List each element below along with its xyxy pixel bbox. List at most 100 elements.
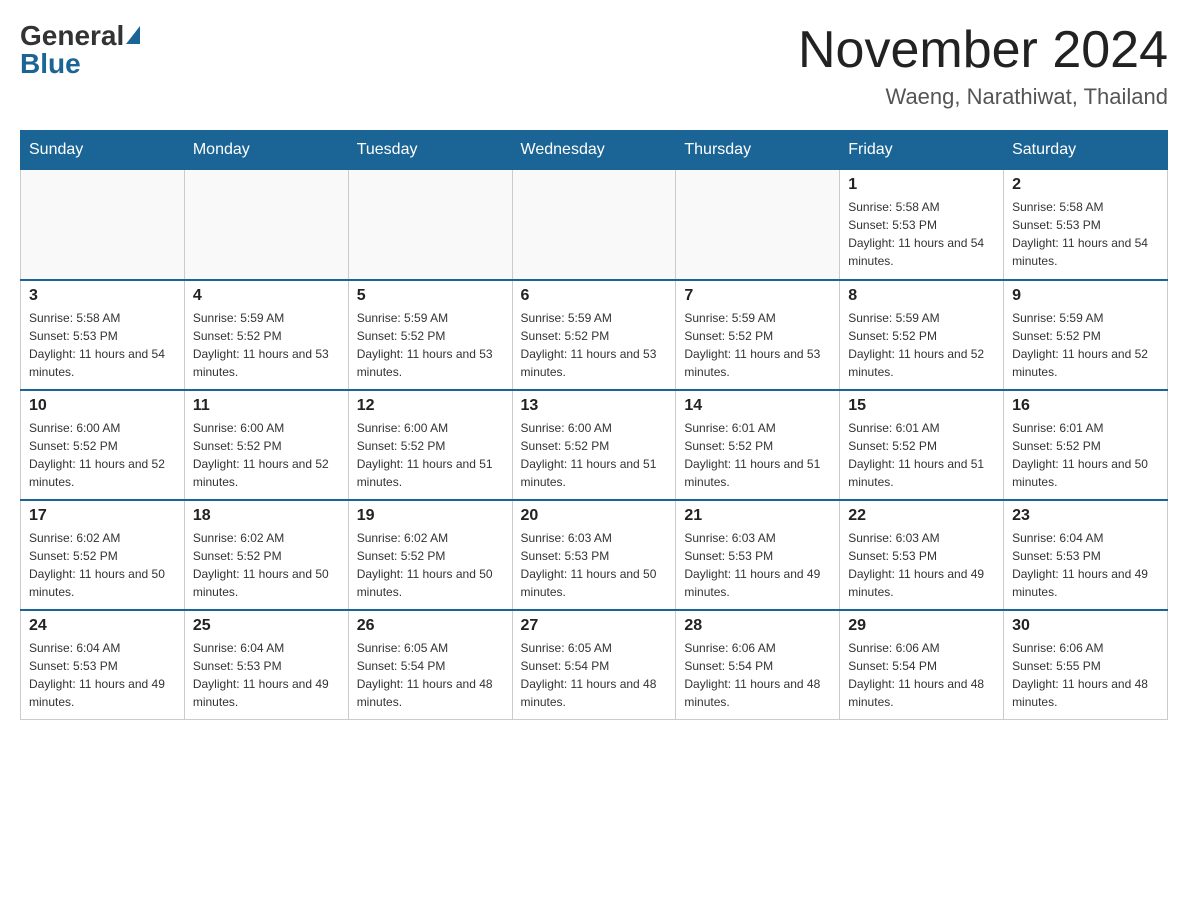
calendar-cell-w5-d4: 27 Sunrise: 6:05 AMSunset: 5:54 PMDayligh… [512, 610, 676, 720]
calendar-cell-w1-d7: 2 Sunrise: 5:58 AMSunset: 5:53 PMDaylight… [1004, 170, 1168, 280]
day-number: 22 [848, 507, 995, 525]
day-number: 5 [357, 287, 504, 305]
header-friday: Friday [840, 131, 1004, 170]
day-info: Sunrise: 6:01 AMSunset: 5:52 PMDaylight:… [848, 419, 995, 491]
day-number: 21 [684, 507, 831, 525]
day-info: Sunrise: 5:59 AMSunset: 5:52 PMDaylight:… [684, 309, 831, 381]
day-number: 29 [848, 617, 995, 635]
day-number: 11 [193, 397, 340, 415]
day-info: Sunrise: 6:03 AMSunset: 5:53 PMDaylight:… [848, 529, 995, 601]
logo: General Blue [20, 20, 140, 80]
day-info: Sunrise: 6:06 AMSunset: 5:54 PMDaylight:… [848, 639, 995, 711]
calendar-cell-w4-d4: 20 Sunrise: 6:03 AMSunset: 5:53 PMDayligh… [512, 500, 676, 610]
day-number: 14 [684, 397, 831, 415]
day-info: Sunrise: 5:58 AMSunset: 5:53 PMDaylight:… [848, 198, 995, 270]
day-info: Sunrise: 6:02 AMSunset: 5:52 PMDaylight:… [357, 529, 504, 601]
logo-triangle-icon [126, 26, 140, 44]
calendar-cell-w1-d5 [676, 170, 840, 280]
week-row-5: 24 Sunrise: 6:04 AMSunset: 5:53 PMDayligh… [21, 610, 1168, 720]
week-row-4: 17Sunrise: 6:02 AMSunset: 5:52 PMDayligh… [21, 500, 1168, 610]
day-info: Sunrise: 6:03 AMSunset: 5:53 PMDaylight:… [521, 529, 668, 601]
calendar-cell-w5-d7: 30 Sunrise: 6:06 AMSunset: 5:55 PMDayligh… [1004, 610, 1168, 720]
day-info: Sunrise: 6:02 AMSunset: 5:52 PMDaylight:… [193, 529, 340, 601]
day-number: 3 [29, 287, 176, 305]
day-info: Sunrise: 6:06 AMSunset: 5:54 PMDaylight:… [684, 639, 831, 711]
day-info: Sunrise: 5:59 AMSunset: 5:52 PMDaylight:… [1012, 309, 1159, 381]
day-number: 12 [357, 397, 504, 415]
header-monday: Monday [184, 131, 348, 170]
week-row-3: 10 Sunrise: 6:00 AMSunset: 5:52 PMDayligh… [21, 390, 1168, 500]
week-row-1: 1 Sunrise: 5:58 AMSunset: 5:53 PMDaylight… [21, 170, 1168, 280]
day-info: Sunrise: 6:00 AMSunset: 5:52 PMDaylight:… [521, 419, 668, 491]
calendar-cell-w1-d3 [348, 170, 512, 280]
day-number: 9 [1012, 287, 1159, 305]
calendar-cell-w3-d5: 14 Sunrise: 6:01 AMSunset: 5:52 PMDayligh… [676, 390, 840, 500]
day-info: Sunrise: 6:06 AMSunset: 5:55 PMDaylight:… [1012, 639, 1159, 711]
day-info: Sunrise: 6:00 AMSunset: 5:52 PMDaylight:… [357, 419, 504, 491]
day-number: 23 [1012, 507, 1159, 525]
calendar-cell-w4-d3: 19 Sunrise: 6:02 AMSunset: 5:52 PMDayligh… [348, 500, 512, 610]
calendar-cell-w2-d3: 5 Sunrise: 5:59 AMSunset: 5:52 PMDaylight… [348, 280, 512, 390]
logo-blue-text: Blue [20, 48, 81, 80]
title-section: November 2024 Waeng, Narathiwat, Thailan… [798, 20, 1168, 110]
day-info: Sunrise: 6:04 AMSunset: 5:53 PMDaylight:… [1012, 529, 1159, 601]
calendar-cell-w1-d4 [512, 170, 676, 280]
day-info: Sunrise: 6:03 AMSunset: 5:53 PMDaylight:… [684, 529, 831, 601]
day-info: Sunrise: 6:05 AMSunset: 5:54 PMDaylight:… [521, 639, 668, 711]
day-info: Sunrise: 6:02 AMSunset: 5:52 PMDaylight:… [29, 529, 176, 601]
day-number: 13 [521, 397, 668, 415]
day-info: Sunrise: 5:58 AMSunset: 5:53 PMDaylight:… [29, 309, 176, 381]
day-info: Sunrise: 6:04 AMSunset: 5:53 PMDaylight:… [29, 639, 176, 711]
calendar-cell-w5-d6: 29 Sunrise: 6:06 AMSunset: 5:54 PMDayligh… [840, 610, 1004, 720]
calendar-cell-w3-d2: 11Sunrise: 6:00 AMSunset: 5:52 PMDayligh… [184, 390, 348, 500]
calendar-cell-w2-d6: 8 Sunrise: 5:59 AMSunset: 5:52 PMDaylight… [840, 280, 1004, 390]
day-number: 7 [684, 287, 831, 305]
day-info: Sunrise: 5:58 AMSunset: 5:53 PMDaylight:… [1012, 198, 1159, 270]
calendar-cell-w2-d2: 4Sunrise: 5:59 AMSunset: 5:52 PMDaylight… [184, 280, 348, 390]
day-info: Sunrise: 5:59 AMSunset: 5:52 PMDaylight:… [521, 309, 668, 381]
day-number: 20 [521, 507, 668, 525]
day-number: 6 [521, 287, 668, 305]
day-number: 24 [29, 617, 176, 635]
page-header: General Blue November 2024 Waeng, Narath… [20, 20, 1168, 110]
calendar-cell-w1-d6: 1 Sunrise: 5:58 AMSunset: 5:53 PMDaylight… [840, 170, 1004, 280]
day-info: Sunrise: 5:59 AMSunset: 5:52 PMDaylight:… [193, 309, 340, 381]
header-saturday: Saturday [1004, 131, 1168, 170]
calendar-cell-w3-d3: 12 Sunrise: 6:00 AMSunset: 5:52 PMDayligh… [348, 390, 512, 500]
calendar-cell-w5-d2: 25 Sunrise: 6:04 AMSunset: 5:53 PMDayligh… [184, 610, 348, 720]
weekday-header-row: Sunday Monday Tuesday Wednesday Thursday… [21, 131, 1168, 170]
day-number: 27 [521, 617, 668, 635]
calendar-cell-w5-d1: 24 Sunrise: 6:04 AMSunset: 5:53 PMDayligh… [21, 610, 185, 720]
calendar-cell-w5-d5: 28 Sunrise: 6:06 AMSunset: 5:54 PMDayligh… [676, 610, 840, 720]
day-info: Sunrise: 6:04 AMSunset: 5:53 PMDaylight:… [193, 639, 340, 711]
day-info: Sunrise: 5:59 AMSunset: 5:52 PMDaylight:… [848, 309, 995, 381]
day-info: Sunrise: 5:59 AMSunset: 5:52 PMDaylight:… [357, 309, 504, 381]
day-number: 8 [848, 287, 995, 305]
day-number: 15 [848, 397, 995, 415]
day-number: 25 [193, 617, 340, 635]
calendar-cell-w4-d7: 23 Sunrise: 6:04 AMSunset: 5:53 PMDayligh… [1004, 500, 1168, 610]
day-info: Sunrise: 6:05 AMSunset: 5:54 PMDaylight:… [357, 639, 504, 711]
day-number: 10 [29, 397, 176, 415]
calendar-cell-w1-d1 [21, 170, 185, 280]
calendar-cell-w4-d5: 21 Sunrise: 6:03 AMSunset: 5:53 PMDayligh… [676, 500, 840, 610]
day-number: 30 [1012, 617, 1159, 635]
calendar-cell-w3-d1: 10Sunrise: 6:00 AMSunset: 5:52 PMDayligh… [21, 390, 185, 500]
day-number: 2 [1012, 176, 1159, 194]
day-number: 1 [848, 176, 995, 194]
calendar-cell-w2-d1: 3 Sunrise: 5:58 AMSunset: 5:53 PMDaylight… [21, 280, 185, 390]
day-info: Sunrise: 6:01 AMSunset: 5:52 PMDaylight:… [684, 419, 831, 491]
calendar-cell-w5-d3: 26Sunrise: 6:05 AMSunset: 5:54 PMDayligh… [348, 610, 512, 720]
calendar-table: Sunday Monday Tuesday Wednesday Thursday… [20, 130, 1168, 720]
calendar-cell-w2-d5: 7 Sunrise: 5:59 AMSunset: 5:52 PMDaylight… [676, 280, 840, 390]
day-number: 19 [357, 507, 504, 525]
location-title: Waeng, Narathiwat, Thailand [798, 84, 1168, 110]
calendar-cell-w4-d6: 22 Sunrise: 6:03 AMSunset: 5:53 PMDayligh… [840, 500, 1004, 610]
day-number: 28 [684, 617, 831, 635]
header-thursday: Thursday [676, 131, 840, 170]
calendar-cell-w2-d4: 6 Sunrise: 5:59 AMSunset: 5:52 PMDaylight… [512, 280, 676, 390]
header-tuesday: Tuesday [348, 131, 512, 170]
calendar-cell-w1-d2 [184, 170, 348, 280]
calendar-cell-w4-d2: 18Sunrise: 6:02 AMSunset: 5:52 PMDayligh… [184, 500, 348, 610]
header-sunday: Sunday [21, 131, 185, 170]
